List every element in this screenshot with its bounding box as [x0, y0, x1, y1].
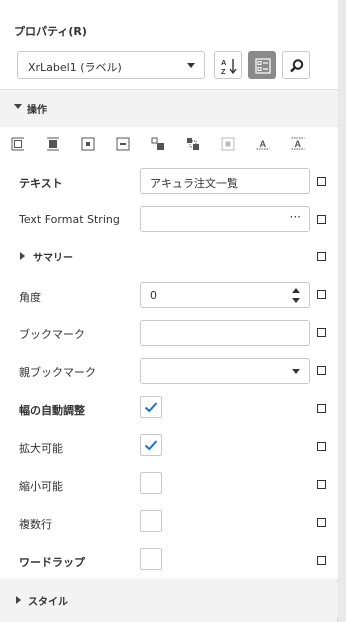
- prop-text-label: テキスト: [19, 177, 63, 190]
- prop-angle-value: 0: [150, 289, 157, 302]
- prop-can-grow-checkbox[interactable]: [140, 434, 162, 456]
- size-to-grid-icon[interactable]: [186, 137, 200, 151]
- prop-angle-label: 角度: [19, 291, 41, 304]
- reset-marker[interactable]: [317, 290, 326, 299]
- checkmark-icon: [144, 440, 158, 451]
- fit-text-icon[interactable]: A: [256, 137, 270, 151]
- reset-marker[interactable]: [317, 177, 326, 186]
- chevron-down-icon: [292, 369, 300, 374]
- reset-marker[interactable]: [317, 442, 326, 451]
- scrollbar[interactable]: [338, 0, 346, 622]
- panel-header: プロパティ(R) XrLabel1 (ラベル) A Z: [0, 0, 338, 90]
- align-left-icon[interactable]: [11, 137, 25, 151]
- categories-icon: [255, 58, 271, 74]
- expand-triangle-icon: [20, 252, 25, 260]
- prop-can-shrink-checkbox[interactable]: [140, 472, 162, 494]
- layout-toolbar: A A: [0, 127, 338, 161]
- sort-az-icon: A Z: [221, 58, 237, 75]
- prop-text-value: アキュラ注文一覧: [150, 177, 238, 190]
- prop-can-grow-label: 拡大可能: [19, 442, 63, 455]
- svg-text:A: A: [295, 139, 302, 149]
- prop-parent-bookmark-label: 親ブックマーク: [19, 366, 96, 379]
- properties-panel: プロパティ(R) XrLabel1 (ラベル) A Z 操作 A A テキスト …: [0, 0, 338, 622]
- ellipsis-button[interactable]: ···: [290, 210, 301, 224]
- svg-text:A: A: [260, 139, 267, 149]
- align-center-horizontal-icon[interactable]: [46, 137, 60, 151]
- prop-bookmark-label: ブックマーク: [19, 328, 85, 341]
- snap-to-grid-icon[interactable]: [221, 137, 235, 151]
- reset-marker[interactable]: [317, 518, 326, 527]
- prop-word-wrap-label: ワードラップ: [19, 556, 85, 569]
- search-button[interactable]: [282, 51, 310, 79]
- collapse-triangle-icon: [14, 104, 22, 109]
- expand-triangle-icon: [16, 596, 21, 604]
- reset-marker[interactable]: [317, 404, 326, 413]
- prop-angle-spinner[interactable]: 0: [140, 282, 310, 308]
- section-style[interactable]: スタイル: [0, 583, 338, 617]
- reset-marker[interactable]: [317, 252, 326, 261]
- section-operations-label: 操作: [27, 105, 47, 116]
- sort-alphabetical-button[interactable]: A Z: [214, 51, 242, 79]
- size-to-content-icon[interactable]: [151, 137, 165, 151]
- component-selector-value: XrLabel1 (ラベル): [28, 61, 122, 74]
- center-vertically-icon[interactable]: [116, 137, 130, 151]
- property-grid: テキスト アキュラ注文一覧 Text Format String ··· サマリ…: [0, 161, 338, 579]
- search-icon: [290, 59, 304, 73]
- component-selector[interactable]: XrLabel1 (ラベル): [17, 51, 205, 79]
- fit-bounds-icon[interactable]: A: [291, 137, 305, 151]
- categorized-view-button[interactable]: [248, 51, 276, 79]
- spin-down-icon[interactable]: [292, 298, 300, 303]
- section-operations[interactable]: 操作: [0, 91, 338, 125]
- reset-marker[interactable]: [317, 328, 326, 337]
- panel-title: プロパティ(R): [14, 25, 87, 38]
- prop-text-input[interactable]: アキュラ注文一覧: [140, 168, 310, 194]
- center-horizontally-icon[interactable]: [81, 137, 95, 151]
- svg-text:A: A: [221, 58, 227, 67]
- chevron-down-icon: [187, 63, 195, 68]
- reset-marker[interactable]: [317, 215, 326, 224]
- section-summary-label: サマリー: [33, 253, 73, 264]
- checkmark-icon: [144, 402, 158, 413]
- section-style-label: スタイル: [28, 597, 68, 608]
- prop-auto-width-checkbox[interactable]: [140, 396, 162, 418]
- prop-auto-width-label: 幅の自動調整: [19, 404, 85, 417]
- prop-can-shrink-label: 縮小可能: [19, 480, 63, 493]
- prop-multiline-label: 複数行: [19, 518, 52, 531]
- prop-text-format-label: Text Format String: [19, 213, 120, 226]
- prop-word-wrap-checkbox[interactable]: [140, 548, 162, 570]
- prop-bookmark-input[interactable]: [140, 320, 310, 346]
- reset-marker[interactable]: [317, 366, 326, 375]
- prop-parent-bookmark-select[interactable]: [140, 358, 310, 384]
- reset-marker[interactable]: [317, 556, 326, 565]
- prop-multiline-checkbox[interactable]: [140, 510, 162, 532]
- section-summary[interactable]: サマリー: [0, 239, 338, 273]
- reset-marker[interactable]: [317, 480, 326, 489]
- spin-up-icon[interactable]: [292, 288, 300, 293]
- prop-text-format-input[interactable]: ···: [140, 206, 310, 232]
- svg-text:Z: Z: [221, 67, 226, 75]
